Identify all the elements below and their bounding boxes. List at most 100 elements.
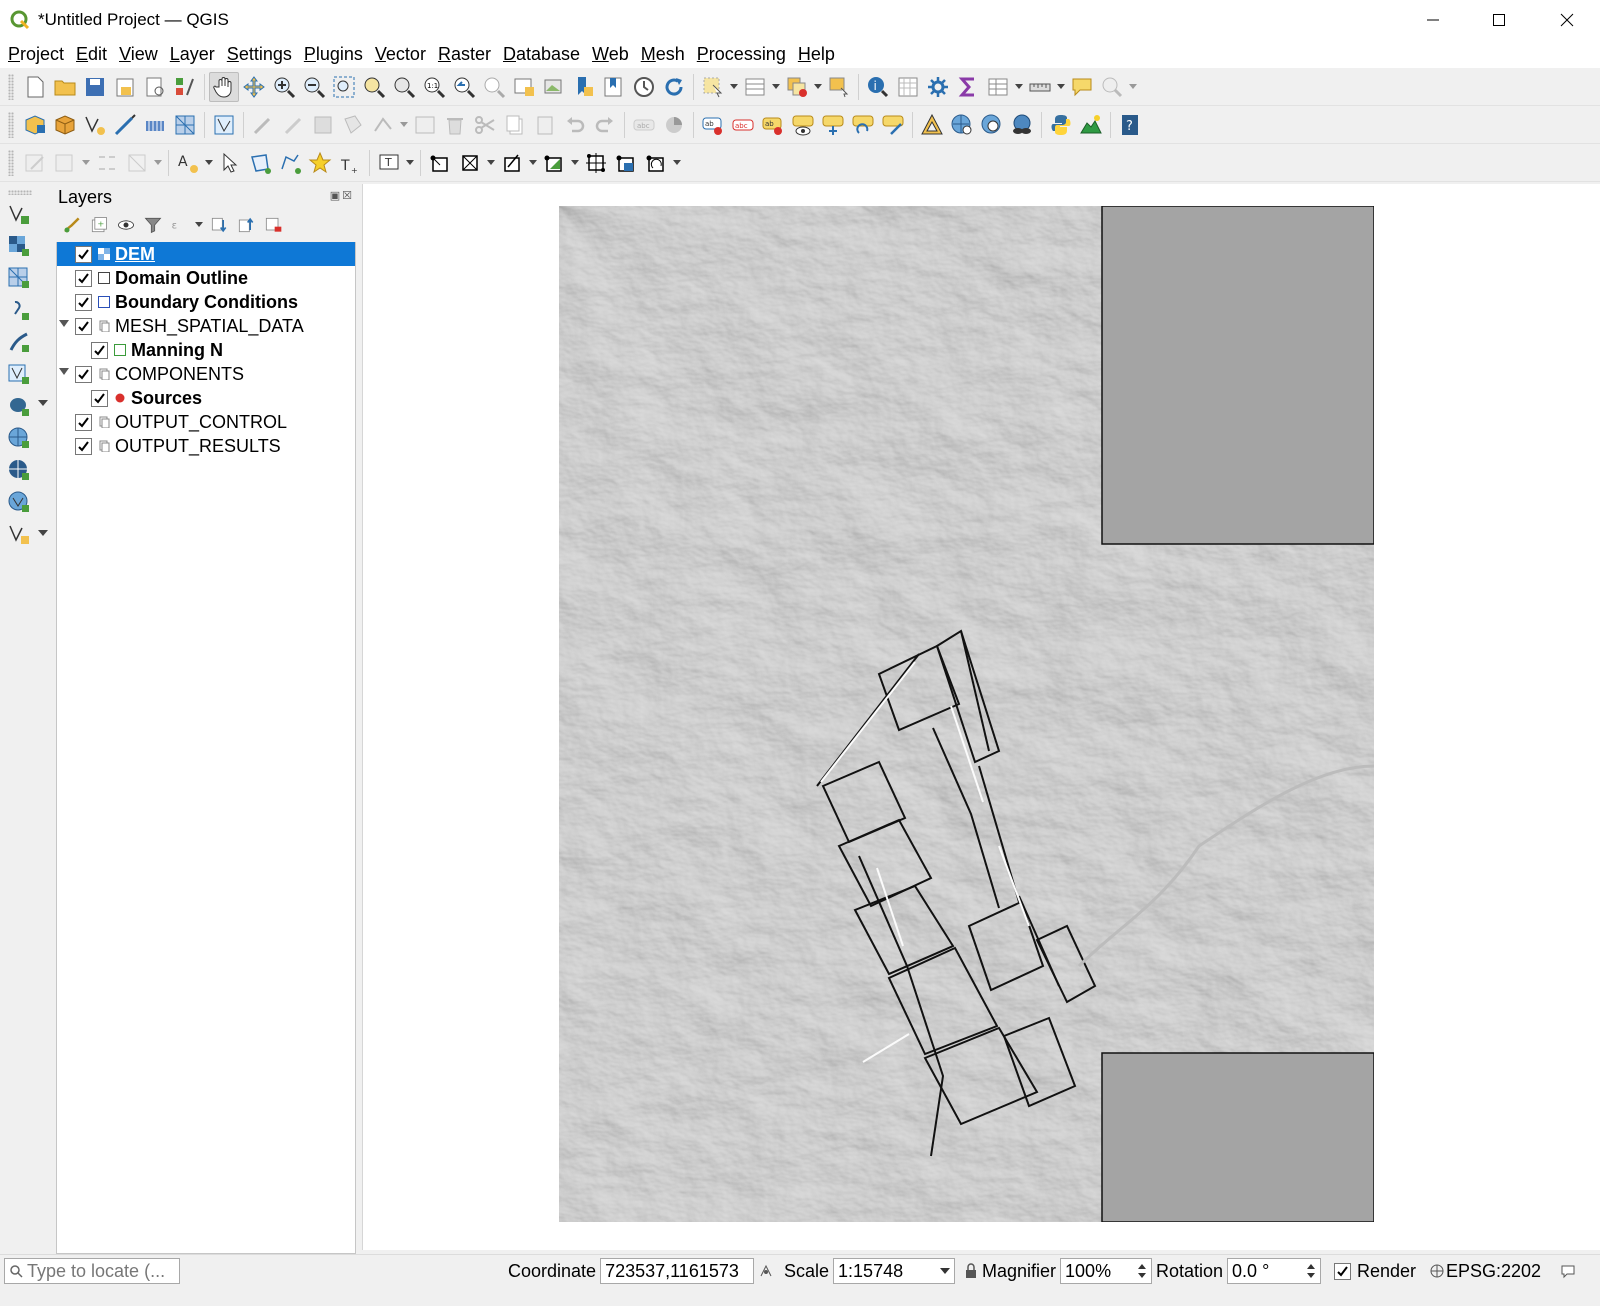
add-wcs-button[interactable] — [4, 487, 34, 517]
pin-labels-button[interactable]: ab — [758, 110, 788, 140]
zoom-next-button[interactable] — [479, 72, 509, 102]
layer-visibility-checkbox[interactable] — [91, 341, 108, 359]
data-source-manager-button[interactable] — [20, 110, 50, 140]
expand-arrow-icon[interactable] — [59, 320, 69, 328]
save-layer-edits-button[interactable] — [308, 110, 338, 140]
filter-expression-dropdown[interactable] — [193, 210, 205, 240]
menu-vector[interactable]: Vector — [369, 44, 432, 65]
toolbar-grip[interactable] — [8, 73, 14, 100]
terrain-plugin-button[interactable] — [1076, 110, 1106, 140]
toolbar-grip[interactable] — [8, 190, 32, 195]
render-checkbox[interactable] — [1334, 1262, 1351, 1280]
add-raster-layer-button[interactable] — [4, 231, 34, 261]
line-annotation-button[interactable] — [275, 148, 305, 178]
expand-all-button[interactable] — [205, 210, 232, 240]
text-annotation-3-button[interactable]: T — [374, 148, 404, 178]
panel-float-close-icon[interactable]: ▣☒ — [330, 189, 354, 202]
layer-row-boundary-conditions[interactable]: Boundary Conditions — [75, 290, 298, 314]
cad-tool-6-button[interactable] — [611, 148, 641, 178]
help-contents-button[interactable]: ? — [1115, 110, 1145, 140]
layer-group-output-results[interactable]: OUTPUT_RESULTS — [75, 434, 281, 458]
undo-button[interactable] — [560, 110, 590, 140]
menu-database[interactable]: Database — [497, 44, 586, 65]
text-annotation-2-button[interactable]: T + — [335, 148, 365, 178]
delete-selected-button[interactable] — [440, 110, 470, 140]
identify-features-button[interactable]: i — [863, 72, 893, 102]
cad-tool-1-button[interactable] — [425, 148, 455, 178]
menu-web[interactable]: Web — [586, 44, 635, 65]
copy-features-button[interactable] — [500, 110, 530, 140]
layer-diagram-button[interactable]: abc — [728, 110, 758, 140]
group-visibility-checkbox[interactable] — [75, 365, 92, 383]
zoom-full-button[interactable] — [329, 72, 359, 102]
cad-tool-7-button[interactable] — [641, 148, 671, 178]
menu-layer[interactable]: Layer — [164, 44, 221, 65]
attribute-table-2-dropdown[interactable] — [1013, 72, 1025, 102]
layer-group-mesh-spatial-data[interactable]: MESH_SPATIAL_DATA — [75, 314, 304, 338]
group-visibility-checkbox[interactable] — [75, 317, 92, 335]
layer-row-sources[interactable]: Sources — [91, 386, 202, 410]
qgis-cloud-button[interactable] — [1007, 110, 1037, 140]
layer-row-domain-outline[interactable]: Domain Outline — [75, 266, 248, 290]
layer-visibility-checkbox[interactable] — [75, 293, 92, 311]
add-postgis-button[interactable] — [4, 391, 34, 421]
processing-toolbox-button[interactable] — [923, 72, 953, 102]
text-annotation-dropdown[interactable] — [203, 148, 215, 178]
remove-layer-button[interactable] — [259, 210, 286, 240]
open-field-calculator-button[interactable] — [893, 72, 923, 102]
digitize-tools-dropdown[interactable] — [80, 148, 92, 178]
add-mesh-layer-button[interactable] — [4, 263, 34, 293]
toggle-editing-button[interactable] — [278, 110, 308, 140]
add-wfs-button[interactable] — [4, 455, 34, 485]
new-mesh-layer-button[interactable] — [170, 110, 200, 140]
georeferencer-button[interactable] — [917, 110, 947, 140]
cut-features-button[interactable] — [470, 110, 500, 140]
group-visibility-checkbox[interactable] — [75, 413, 92, 431]
cad-tool-5-button[interactable] — [581, 148, 611, 178]
toolbar-grip[interactable] — [8, 149, 14, 176]
scale-combobox[interactable]: 1:15748 — [833, 1258, 956, 1284]
current-edits-button[interactable] — [248, 110, 278, 140]
zoom-out-button[interactable] — [299, 72, 329, 102]
move-label-button[interactable] — [818, 110, 848, 140]
add-vector-layer-button[interactable] — [4, 199, 34, 229]
cad-tool-4-dropdown[interactable] — [569, 148, 581, 178]
filter-by-expression-button[interactable]: ε — [166, 210, 193, 240]
zoom-in-button[interactable] — [269, 72, 299, 102]
vertex-tool-dropdown[interactable] — [398, 110, 410, 140]
modify-attributes-button[interactable] — [410, 110, 440, 140]
chevron-down-icon[interactable] — [38, 400, 48, 408]
add-vector-tile-button[interactable] — [4, 519, 34, 549]
menu-edit[interactable]: Edit — [70, 44, 113, 65]
python-console-button[interactable] — [1046, 110, 1076, 140]
add-virtual-layer-button[interactable] — [4, 359, 34, 389]
menu-mesh[interactable]: Mesh — [635, 44, 691, 65]
cad-tool-3-button[interactable] — [497, 148, 527, 178]
attribute-table-2-button[interactable] — [983, 72, 1013, 102]
zoom-last-button[interactable] — [449, 72, 479, 102]
polygon-annotation-button[interactable] — [245, 148, 275, 178]
map-tips-button[interactable] — [1067, 72, 1097, 102]
select-features-button[interactable] — [698, 72, 728, 102]
select-features-dropdown[interactable] — [728, 72, 740, 102]
digitize-tools-button[interactable] — [50, 148, 80, 178]
layer-row-manning-n[interactable]: Manning N — [91, 338, 223, 362]
pan-map-button[interactable] — [209, 71, 239, 102]
add-group-button[interactable]: + — [85, 210, 112, 240]
new-geopackage-button[interactable] — [50, 110, 80, 140]
diagram-options-button[interactable] — [659, 110, 689, 140]
new-virtual-layer-button[interactable] — [140, 110, 170, 140]
layer-visibility-checkbox[interactable] — [75, 245, 92, 263]
show-bookmarks-button[interactable] — [599, 72, 629, 102]
rotation-spinbox[interactable]: 0.0 ° — [1227, 1258, 1322, 1284]
text-box-dropdown[interactable] — [404, 148, 416, 178]
menu-help[interactable]: Help — [792, 44, 841, 65]
pan-to-selection-button[interactable] — [239, 72, 269, 102]
rotate-label-button[interactable] — [848, 110, 878, 140]
statistical-summary-button[interactable] — [953, 72, 983, 102]
cad-tool-2-button[interactable] — [455, 148, 485, 178]
select-by-location-button[interactable] — [824, 72, 854, 102]
print-layout-button[interactable] — [140, 72, 170, 102]
cad-tool-3-dropdown[interactable] — [527, 148, 539, 178]
zoom-to-selection-button[interactable] — [359, 72, 389, 102]
